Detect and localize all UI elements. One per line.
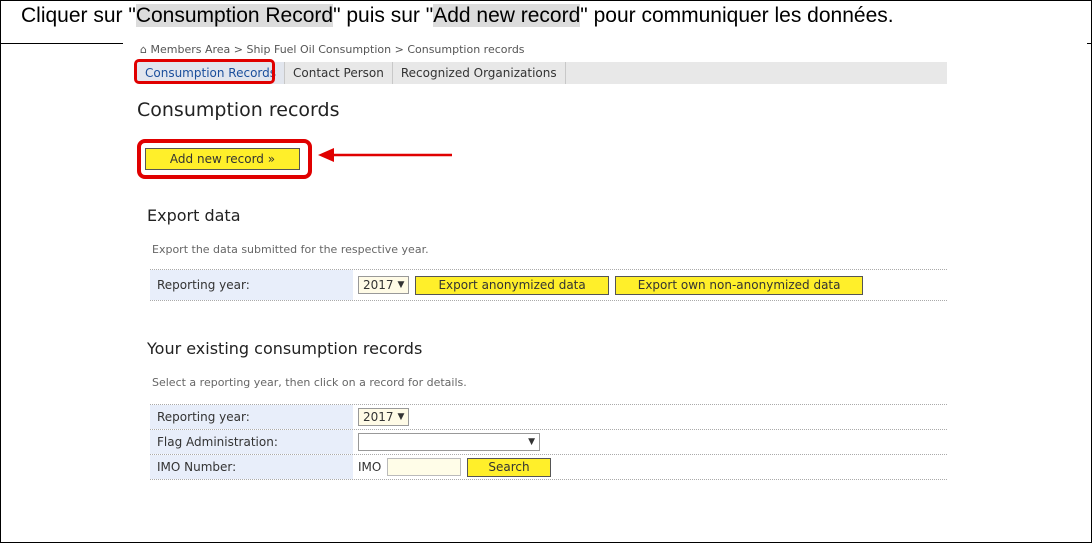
- page-title: Consumption records: [137, 99, 340, 121]
- flag-administration-controls: ▼: [358, 430, 540, 454]
- flag-administration-select[interactable]: ▼: [358, 433, 540, 451]
- chevron-down-icon: ▼: [397, 412, 405, 422]
- add-button-highlight-box: [137, 139, 312, 179]
- imo-number-input[interactable]: [387, 458, 462, 476]
- imo-number-label: IMO Number:: [150, 455, 353, 479]
- tab-contact-person[interactable]: Contact Person: [285, 62, 393, 84]
- frame-divider: [0, 43, 123, 44]
- banner-highlight-add-new-record: Add new record: [433, 4, 581, 27]
- export-section-description: Export the data submitted for the respec…: [152, 243, 429, 256]
- frame-divider-right: [1087, 43, 1092, 44]
- flag-administration-row: Flag Administration: ▼: [150, 429, 947, 454]
- banner-text-2: " puis sur ": [333, 4, 434, 27]
- existing-year-controls: 2017 ▼: [358, 405, 410, 429]
- export-year-value: 2017: [363, 278, 394, 292]
- export-year-label: Reporting year:: [150, 270, 353, 300]
- flag-administration-label: Flag Administration:: [150, 430, 353, 454]
- banner-text-1: Cliquer sur ": [21, 4, 136, 27]
- banner-highlight-consumption-record: Consumption Record: [135, 4, 334, 27]
- export-own-data-button[interactable]: Export own non-anonymized data: [614, 275, 864, 295]
- existing-year-select[interactable]: 2017 ▼: [358, 408, 410, 426]
- imo-prefix: IMO: [358, 460, 382, 474]
- banner-text-3: " pour communiquer les données.: [580, 4, 894, 27]
- export-form: Reporting year: 2017 ▼ Export anonymized…: [150, 269, 947, 301]
- imo-number-row: IMO Number: IMO Search: [150, 454, 947, 480]
- home-icon[interactable]: ⌂: [140, 43, 147, 56]
- tab-highlight-box: [134, 59, 275, 84]
- breadcrumb-path[interactable]: Members Area > Ship Fuel Oil Consumption…: [150, 43, 524, 56]
- existing-section-title: Your existing consumption records: [147, 339, 423, 358]
- export-section-title: Export data: [147, 206, 241, 225]
- export-anonymized-button[interactable]: Export anonymized data: [415, 275, 609, 295]
- export-year-row: Reporting year: 2017 ▼ Export anonymized…: [150, 269, 947, 301]
- export-year-select[interactable]: 2017 ▼: [358, 276, 410, 294]
- chevron-down-icon: ▼: [528, 437, 535, 447]
- chevron-down-icon: ▼: [397, 280, 405, 290]
- export-year-controls: 2017 ▼ Export anonymized data Export own…: [358, 270, 864, 300]
- existing-year-label: Reporting year:: [150, 405, 353, 429]
- existing-section-description: Select a reporting year, then click on a…: [152, 376, 467, 389]
- arrow-left-icon: [318, 148, 452, 162]
- imo-number-controls: IMO Search: [358, 455, 551, 479]
- instruction-banner: Cliquer sur "Consumption Record" puis su…: [0, 0, 1092, 43]
- existing-records-form: Reporting year: 2017 ▼ Flag Administrati…: [150, 404, 947, 480]
- tab-recognized-organizations[interactable]: Recognized Organizations: [393, 62, 566, 84]
- search-button[interactable]: Search: [467, 457, 551, 477]
- breadcrumb: ⌂ Members Area > Ship Fuel Oil Consumpti…: [140, 43, 525, 57]
- existing-year-value: 2017: [363, 410, 394, 424]
- existing-year-row: Reporting year: 2017 ▼: [150, 404, 947, 429]
